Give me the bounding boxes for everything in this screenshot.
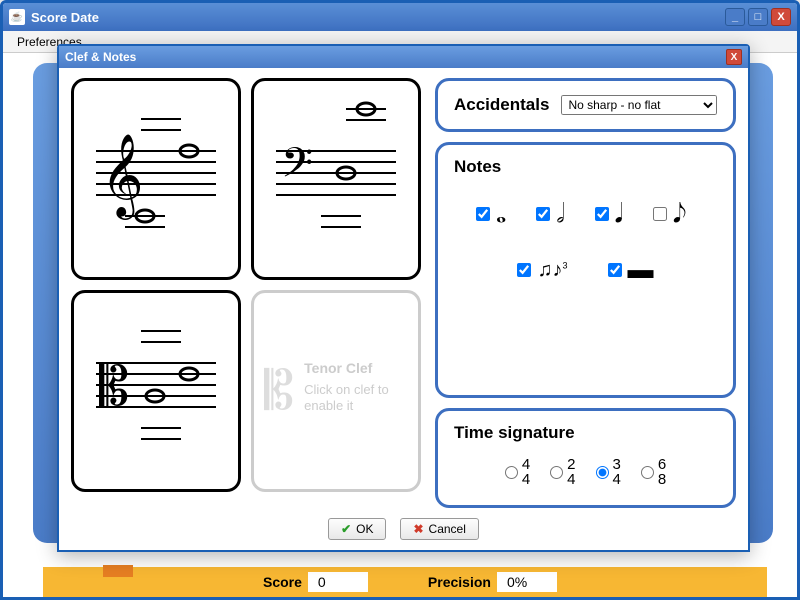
timesig-2-4-radio[interactable] <box>550 466 563 479</box>
ok-button[interactable]: ✔OK <box>328 518 386 540</box>
note-whole-checkbox[interactable] <box>476 207 490 221</box>
time-signature-panel: Time signature 44 24 34 68 <box>435 408 736 508</box>
time-signature-label: Time signature <box>454 423 717 443</box>
timesig-3-4[interactable]: 34 <box>596 457 621 487</box>
tenor-clef-icon: 𝄡 <box>264 360 294 423</box>
tenor-clef-title: Tenor Clef <box>304 360 408 376</box>
timesig-4-4-radio[interactable] <box>505 466 518 479</box>
x-icon: ✖ <box>413 522 423 536</box>
clef-grid: 𝄞 𝄢 <box>71 78 421 508</box>
precision-value: 0% <box>497 572 557 592</box>
treble-clef-card[interactable]: 𝄞 <box>71 78 241 280</box>
dialog-titlebar: Clef & Notes X <box>59 46 748 68</box>
quarter-note-icon: 𝅘𝅥 <box>615 201 623 227</box>
outer-titlebar: ☕ Score Date _ □ X <box>3 3 797 31</box>
tenor-clef-hint: Click on clef to enable it <box>304 382 408 416</box>
timesig-3-4-radio[interactable] <box>596 466 609 479</box>
dialog-close-button[interactable]: X <box>726 49 742 65</box>
clef-notes-dialog: Clef & Notes X 𝄞 <box>57 44 750 552</box>
check-icon: ✔ <box>341 522 351 536</box>
timesig-4-4[interactable]: 44 <box>505 457 530 487</box>
timesig-6-8-radio[interactable] <box>641 466 654 479</box>
svg-text:𝄞: 𝄞 <box>101 134 144 220</box>
tenor-clef-card-disabled[interactable]: 𝄡 Tenor Clef Click on clef to enable it <box>251 290 421 492</box>
status-bar: Score 0 Precision 0% <box>43 567 767 597</box>
minimize-button[interactable]: _ <box>725 8 745 26</box>
whole-note-icon: 𝅝 <box>496 201 506 227</box>
score-label: Score <box>263 574 302 590</box>
notes-panel: Notes 𝅝 𝅗𝅥 𝅘𝅥 𝅘𝅥𝅮 ♫♪3 ▬ <box>435 142 736 398</box>
eighth-note-icon: 𝅘𝅥𝅮 <box>673 201 687 227</box>
timesig-6-8[interactable]: 68 <box>641 457 666 487</box>
score-value: 0 <box>308 572 368 592</box>
close-button[interactable]: X <box>771 8 791 26</box>
bass-clef-card[interactable]: 𝄢 <box>251 78 421 280</box>
dialog-title: Clef & Notes <box>65 50 726 64</box>
progress-indicator <box>103 565 133 577</box>
maximize-button[interactable]: □ <box>748 8 768 26</box>
rest-icon: ▬ <box>628 257 654 283</box>
svg-text:𝄢: 𝄢 <box>281 140 313 196</box>
cancel-button[interactable]: ✖Cancel <box>400 518 478 540</box>
dialog-footer: ✔OK ✖Cancel <box>59 512 748 550</box>
note-eighth-checkbox[interactable] <box>653 207 667 221</box>
treble-clef-icon: 𝄞 <box>81 89 231 269</box>
note-half-checkbox[interactable] <box>536 207 550 221</box>
half-note-icon: 𝅗𝅥 <box>556 201 564 227</box>
svg-text:𝄡: 𝄡 <box>99 357 129 417</box>
accidentals-select[interactable]: No sharp - no flat <box>561 95 717 115</box>
window-title: Score Date <box>31 10 725 25</box>
accidentals-label: Accidentals <box>454 95 549 115</box>
note-quarter-checkbox[interactable] <box>595 207 609 221</box>
bass-clef-icon: 𝄢 <box>261 89 411 269</box>
precision-label: Precision <box>428 574 491 590</box>
alto-clef-icon: 𝄡 <box>81 301 231 481</box>
timesig-2-4[interactable]: 24 <box>550 457 575 487</box>
java-icon: ☕ <box>9 9 25 25</box>
notes-label: Notes <box>454 157 717 177</box>
note-triplet-checkbox[interactable] <box>517 263 531 277</box>
triplet-icon: ♫♪3 <box>537 260 567 280</box>
alto-clef-card[interactable]: 𝄡 <box>71 290 241 492</box>
note-rest-checkbox[interactable] <box>608 263 622 277</box>
accidentals-panel: Accidentals No sharp - no flat <box>435 78 736 132</box>
